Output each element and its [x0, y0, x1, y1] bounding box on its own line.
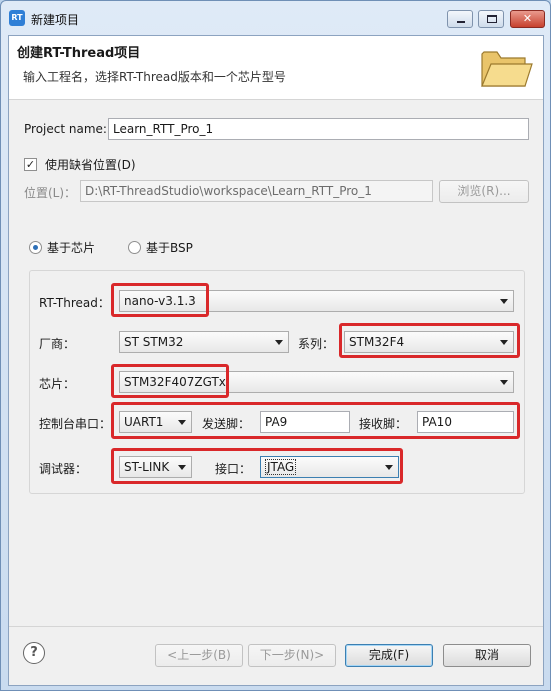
- folder-icon: [481, 51, 533, 87]
- highlight-debugger: [111, 448, 403, 484]
- vendor-select[interactable]: ST STM32: [119, 331, 289, 353]
- title-bar[interactable]: RT 新建项目 ✕: [1, 1, 550, 35]
- based-on-chip-label: 基于芯片: [47, 241, 96, 255]
- page-description: 输入工程名，选择RT-Thread版本和一个芯片型号: [23, 70, 286, 84]
- close-icon: ✕: [522, 12, 533, 25]
- chevron-down-icon: [500, 380, 508, 385]
- based-on-bsp-label: 基于BSP: [146, 241, 193, 255]
- based-on-chip-radio[interactable]: [29, 241, 42, 254]
- next-button[interactable]: 下一步(N)>: [248, 644, 336, 667]
- use-default-location-label: 使用缺省位置(D): [45, 158, 136, 172]
- vendor-value: ST STM32: [124, 335, 184, 349]
- window-title: 新建项目: [31, 13, 80, 27]
- app-icon: RT: [9, 10, 25, 26]
- maximize-icon: [487, 15, 497, 23]
- close-button[interactable]: ✕: [510, 10, 545, 28]
- use-default-location-checkbox[interactable]: ✓: [24, 158, 37, 171]
- finish-button[interactable]: 完成(F): [345, 644, 433, 667]
- maximize-button[interactable]: [478, 10, 504, 28]
- chip-label: 芯片：: [39, 377, 76, 391]
- series-label: 系列：: [298, 337, 335, 351]
- minimize-icon: [457, 21, 465, 23]
- location-label: 位置(L)：: [24, 186, 77, 200]
- rtthread-version-label: RT-Thread：: [39, 296, 110, 310]
- vendor-label: 厂商：: [39, 337, 76, 351]
- highlight-chip: [111, 364, 229, 398]
- page-title: 创建RT-Thread项目: [17, 46, 141, 61]
- project-name-input[interactable]: Learn_RTT_Pro_1: [108, 118, 529, 140]
- header-banner: 创建RT-Thread项目 输入工程名，选择RT-Thread版本和一个芯片型号: [9, 36, 543, 100]
- help-icon[interactable]: ?: [23, 642, 45, 664]
- cancel-button[interactable]: 取消: [443, 644, 531, 667]
- browse-button[interactable]: 浏览(R)...: [439, 180, 529, 203]
- chevron-down-icon: [275, 340, 283, 345]
- console-port-label: 控制台串口：: [39, 417, 112, 431]
- highlight-rtthread-version: [111, 283, 209, 317]
- minimize-button[interactable]: [447, 10, 473, 28]
- back-button[interactable]: <上一步(B): [155, 644, 243, 667]
- dialog-body: 创建RT-Thread项目 输入工程名，选择RT-Thread版本和一个芯片型号…: [8, 35, 544, 686]
- highlight-console-pins: [111, 402, 520, 439]
- project-name-label: Project name:: [24, 122, 107, 136]
- chevron-down-icon: [500, 299, 508, 304]
- debugger-label: 调试器：: [39, 462, 88, 476]
- new-project-window: RT 新建项目 ✕ 创建RT-Thread项目 输入工程名，选择RT-Threa…: [0, 0, 551, 691]
- based-on-bsp-radio[interactable]: [128, 241, 141, 254]
- footer-separator: [9, 626, 543, 627]
- location-input[interactable]: D:\RT-ThreadStudio\workspace\Learn_RTT_P…: [80, 180, 433, 202]
- highlight-series: [339, 323, 520, 358]
